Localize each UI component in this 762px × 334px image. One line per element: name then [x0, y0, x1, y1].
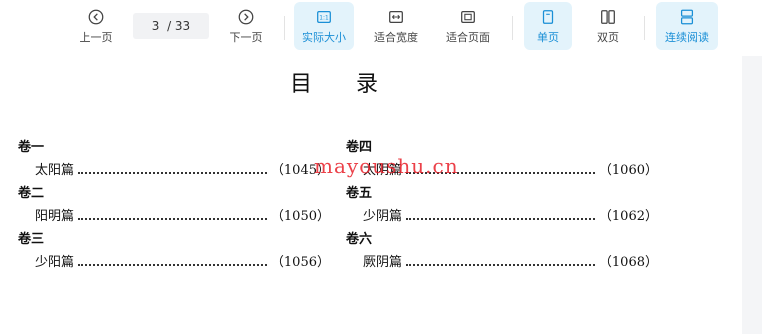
toc-left-column: 卷一 太阳篇 （1045） 卷二 阳明篇 （1050） 卷三 少阳篇 （1056… [18, 136, 330, 274]
toc-volume-heading: 卷六 [346, 232, 373, 247]
toc-entry[interactable]: 太阳篇 （1045） [18, 159, 330, 182]
toc-chapter: 阳明篇 [35, 209, 75, 224]
toc-entry[interactable]: 阳明篇 （1050） [18, 205, 330, 228]
fit-width-icon [389, 10, 403, 23]
toc-leader-dots [406, 263, 595, 266]
prev-page-label: 上一页 [79, 30, 113, 44]
divider [512, 16, 513, 40]
single-page-button[interactable]: 单页 [524, 2, 572, 50]
fit-page-label: 适合页面 [446, 30, 490, 44]
toc-volume-heading: 卷五 [346, 186, 373, 201]
toc-leader-dots [78, 217, 267, 220]
toc-page-ref: （1062） [598, 209, 658, 224]
page-number-field[interactable]: 3 / 33 [133, 13, 209, 39]
toc-entry[interactable]: 厥阴篇 （1068） [346, 251, 658, 274]
toc-volume-heading: 卷三 [18, 232, 45, 247]
divider [644, 16, 645, 40]
scrollbar[interactable] [742, 56, 762, 334]
toc-leader-dots [78, 171, 267, 174]
actual-size-label: 实际大小 [302, 30, 346, 44]
toc-chapter: 少阳篇 [35, 255, 75, 270]
toc-chapter: 厥阴篇 [363, 255, 403, 270]
toc-leader-dots [406, 217, 595, 220]
toc-entry[interactable]: 少阳篇 （1056） [18, 251, 330, 274]
page-current: 3 [151, 19, 160, 33]
fit-width-label: 适合宽度 [374, 30, 418, 44]
fit-page-icon [461, 10, 475, 23]
toc-page-ref: （1056） [270, 255, 330, 270]
toc-page-ref: （1050） [270, 209, 330, 224]
double-page-icon [601, 9, 615, 24]
single-page-label: 单页 [537, 30, 559, 44]
svg-text:1:1: 1:1 [319, 15, 329, 21]
toc-page-ref: （1060） [598, 163, 658, 178]
page-title: 目录 [290, 72, 423, 97]
chevron-left-circle-icon [88, 9, 104, 24]
divider [284, 16, 285, 40]
toc-page-ref: （1068） [598, 255, 658, 270]
toc-entry[interactable]: 少阴篇 （1062） [346, 205, 658, 228]
chevron-right-circle-icon [238, 9, 254, 24]
toc-chapter: 太阳篇 [35, 163, 75, 178]
actual-size-icon: 1:1 [317, 10, 331, 23]
next-page-label: 下一页 [229, 30, 263, 44]
actual-size-button[interactable]: 1:1 实际大小 [294, 2, 354, 50]
continuous-reading-button[interactable]: 连续阅读 [656, 2, 718, 50]
document-page: 目录 卷一 太阳篇 （1045） 卷二 阳明篇 （1050） 卷三 少阳篇 （1… [0, 56, 742, 334]
toc-leader-dots [78, 263, 267, 266]
toolbar: 上一页 3 / 33 下一页 1:1 实际大小 适合宽度 适合页面 单页 双页 … [0, 0, 762, 56]
next-page-button[interactable]: 下一页 [220, 2, 272, 50]
toc-volume-heading: 卷二 [18, 186, 45, 201]
page-total: / 33 [167, 19, 191, 33]
toc-chapter: 少阴篇 [363, 209, 403, 224]
watermark: mayoushu.cn [314, 154, 459, 178]
fit-width-button[interactable]: 适合宽度 [366, 2, 426, 50]
single-page-icon [542, 9, 554, 24]
double-page-label: 双页 [597, 30, 619, 44]
prev-page-button[interactable]: 上一页 [70, 2, 122, 50]
toc-volume-heading: 卷一 [18, 140, 45, 155]
fit-page-button[interactable]: 适合页面 [438, 2, 498, 50]
double-page-button[interactable]: 双页 [584, 2, 632, 50]
continuous-scroll-icon [680, 9, 694, 24]
continuous-reading-label: 连续阅读 [665, 30, 709, 44]
